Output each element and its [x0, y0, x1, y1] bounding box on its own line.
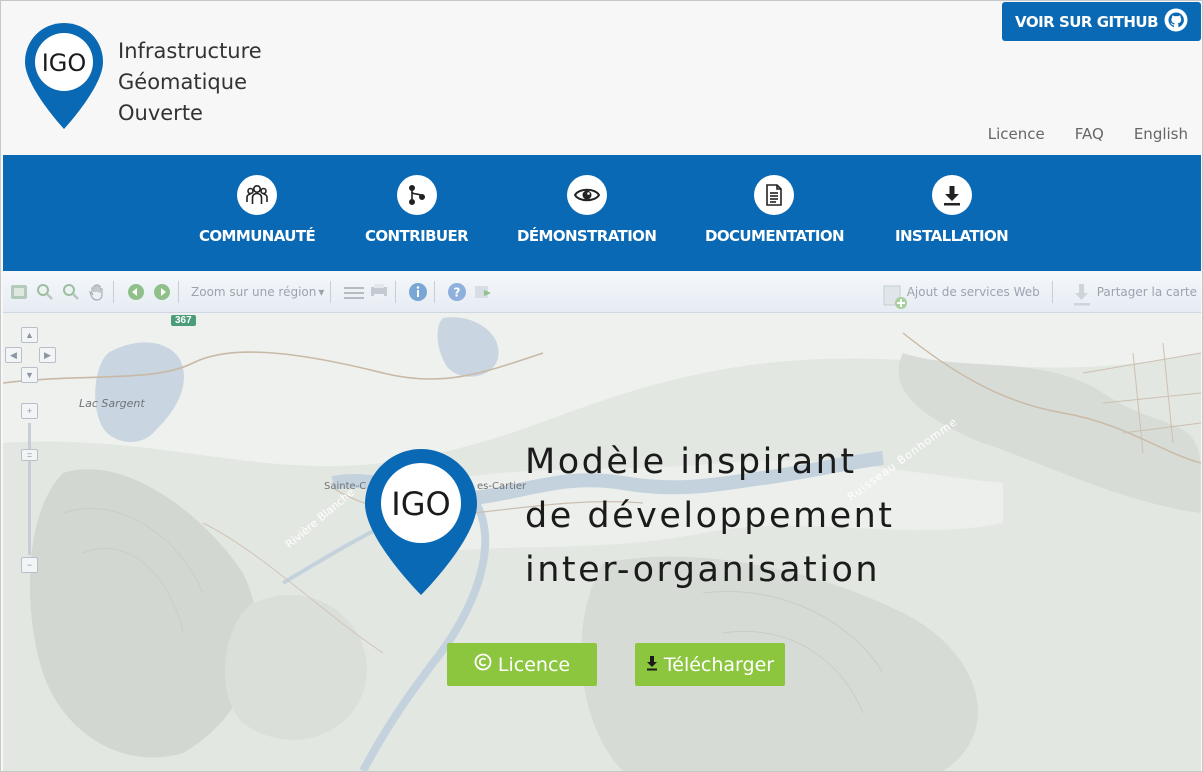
zoom-in-icon[interactable] — [35, 282, 55, 302]
nav-label: DOCUMENTATION — [705, 227, 845, 245]
logo-text: IGO — [42, 49, 87, 77]
nav-item-contribuer[interactable]: CONTRIBUER — [365, 175, 469, 245]
previous-view-icon[interactable] — [126, 282, 146, 302]
nav-label: INSTALLATION — [895, 227, 1009, 245]
zoom-in-button[interactable]: + — [21, 403, 38, 419]
zoom-out-button[interactable]: − — [21, 557, 38, 573]
zoom-slider-handle[interactable]: = — [21, 449, 38, 461]
hero-line-2: de développement — [525, 496, 895, 536]
nav-item-demonstration[interactable]: DÉMONSTRATION — [517, 175, 657, 245]
pan-right-button[interactable]: ▶ — [39, 347, 56, 363]
download-icon — [931, 175, 972, 215]
zoom-slider-track[interactable] — [28, 423, 31, 555]
nav-label: CONTRIBUER — [365, 227, 469, 245]
top-links: Licence FAQ English — [988, 125, 1188, 143]
pan-left-button[interactable]: ◀ — [5, 347, 22, 363]
download-button-label: Télécharger — [663, 653, 775, 676]
toolbar-separator — [1051, 281, 1053, 303]
map-toolbar: Zoom sur une région ▾ ? Ajout de service… — [3, 271, 1201, 313]
pan-down-button[interactable]: ▼ — [21, 367, 38, 383]
community-icon — [237, 175, 278, 215]
document-icon — [754, 175, 795, 215]
next-view-icon[interactable] — [152, 282, 172, 302]
licence-button[interactable]: Licence — [447, 643, 597, 686]
brand-name: Infrastructure Géomatique Ouverte — [118, 36, 262, 129]
hero-logo: IGO — [363, 447, 479, 597]
full-extent-icon[interactable] — [9, 282, 29, 302]
hero-tagline: Modèle inspirant de développement inter-… — [525, 435, 895, 597]
git-branch-icon — [396, 175, 437, 215]
route-shield: 367 — [171, 315, 196, 326]
print-icon[interactable] — [369, 282, 389, 302]
nav-label: COMMUNAUTÉ — [199, 227, 316, 245]
brand-line-3: Ouverte — [118, 101, 203, 125]
language-link[interactable]: English — [1134, 125, 1188, 143]
toolbar-separator — [113, 280, 114, 303]
github-icon — [1164, 8, 1188, 36]
brand-line-2: Géomatique — [118, 70, 247, 94]
pan-hand-icon[interactable] — [87, 282, 107, 302]
info-icon[interactable] — [408, 282, 428, 302]
share-icon[interactable] — [1071, 282, 1091, 306]
town-label-2: es-Cartier — [477, 481, 527, 492]
igo-logo[interactable]: IGO — [23, 21, 105, 131]
nav-item-communaute[interactable]: COMMUNAUTÉ — [199, 175, 316, 245]
pan-up-button[interactable]: ▲ — [21, 327, 38, 343]
nav-label: DÉMONSTRATION — [517, 227, 657, 245]
zoom-out-icon[interactable] — [61, 282, 81, 302]
nav-item-installation[interactable]: INSTALLATION — [895, 175, 1009, 245]
site-header: IGO Infrastructure Géomatique Ouverte VO… — [1, 1, 1202, 155]
download-icon — [646, 654, 658, 676]
github-button[interactable]: VOIR SUR GITHUB — [1002, 2, 1201, 41]
download-button[interactable]: Télécharger — [635, 643, 785, 686]
licence-link[interactable]: Licence — [988, 125, 1045, 143]
github-button-label: VOIR SUR GITHUB — [1015, 12, 1159, 31]
toolbar-separator — [178, 280, 179, 303]
chevron-down-icon[interactable]: ▾ — [318, 285, 324, 299]
faq-link[interactable]: FAQ — [1075, 125, 1104, 143]
svg-text:?: ? — [454, 285, 461, 299]
zoom-region-menu[interactable]: Zoom sur une région — [191, 285, 316, 299]
hero-logo-text: IGO — [391, 485, 450, 523]
toolbar-right: Ajout de services Web Partager la carte — [875, 271, 1197, 313]
map-background: Zoom sur une région ▾ ? Ajout de service… — [3, 271, 1201, 771]
licence-button-label: Licence — [497, 653, 571, 676]
export-icon[interactable] — [473, 282, 493, 302]
eye-icon — [566, 175, 607, 215]
add-web-service-icon[interactable] — [881, 282, 907, 309]
nav-item-documentation[interactable]: DOCUMENTATION — [705, 175, 845, 245]
lake-label: Lac Sargent — [79, 397, 145, 410]
copyright-icon — [474, 653, 492, 676]
add-web-services-button[interactable]: Ajout de services Web — [907, 285, 1040, 299]
hero-line-1: Modèle inspirant — [525, 442, 857, 482]
main-nav: COMMUNAUTÉ CONTRIBUER DÉMONSTRATION DOCU… — [3, 155, 1201, 271]
hero-line-3: inter-organisation — [525, 550, 881, 590]
page: IGO Infrastructure Géomatique Ouverte VO… — [0, 0, 1203, 772]
help-icon[interactable]: ? — [447, 282, 467, 302]
toolbar-separator — [434, 280, 436, 303]
pan-zoom-control: ▲ ◀ ▶ ▼ + = − — [5, 327, 56, 587]
toolbar-separator — [395, 280, 397, 303]
brand-line-1: Infrastructure — [118, 39, 262, 63]
toolbar-separator — [330, 280, 332, 303]
legend-icon[interactable] — [343, 282, 365, 302]
share-map-button[interactable]: Partager la carte — [1097, 285, 1197, 299]
